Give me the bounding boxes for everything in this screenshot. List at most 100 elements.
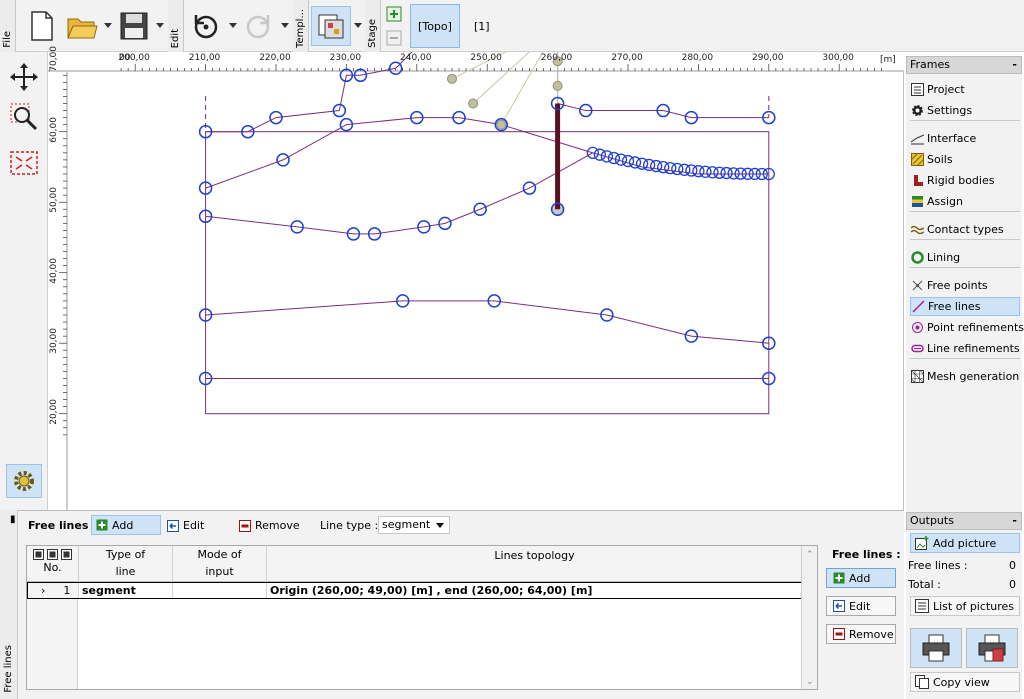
x-tick-label: 230,00 — [329, 53, 362, 63]
frame-item-rigid-bodies[interactable]: Rigid bodies — [910, 171, 1020, 190]
x-tick-label: 240,00 — [400, 53, 432, 63]
paste-icon[interactable] — [61, 549, 72, 560]
frame-item-settings[interactable]: Settings — [910, 101, 1020, 120]
remove-button[interactable]: Remove — [826, 624, 896, 644]
interface-icon — [910, 132, 924, 146]
y-tick-label: 70,00 — [49, 46, 59, 72]
edit-button[interactable]: Edit — [826, 596, 896, 616]
table-row[interactable]: › 1 segment Origin (260,00; 49,00) [m] , … — [27, 582, 803, 599]
list-icon — [910, 83, 924, 97]
frame-item-assign[interactable]: Assign — [910, 192, 1020, 211]
template-dropdown-arrow[interactable] — [353, 22, 363, 30]
move-view-button[interactable] — [6, 60, 42, 94]
frame-item-project[interactable]: Project — [910, 80, 1020, 99]
new-file-icon — [31, 11, 53, 41]
bottom-side-label: Free lines — [0, 510, 18, 699]
file-menu[interactable]: File — [0, 0, 16, 52]
frame-item-line-refinements[interactable]: Line refinements — [910, 339, 1020, 358]
free-point — [552, 80, 563, 91]
save-dropdown-arrow[interactable] — [155, 22, 165, 30]
interface-line — [205, 117, 593, 189]
stage-tab-topo[interactable]: [Topo] — [410, 4, 460, 48]
frame-item-label: Assign — [927, 195, 963, 208]
printer-export-icon — [978, 634, 1006, 662]
y-tick-label: 30,00 — [49, 328, 59, 354]
frame-item-label: Soils — [927, 153, 953, 166]
line-type-label: Line type : — [320, 519, 379, 532]
save-button[interactable] — [116, 6, 152, 46]
frame-item-point-refinements[interactable]: Point refinements — [910, 318, 1024, 337]
add-picture-icon — [915, 536, 929, 550]
edit-menu[interactable]: Edit — [168, 0, 184, 52]
frame-item-lining[interactable]: Lining — [910, 248, 1020, 267]
add-picture-button[interactable]: Add picture — [910, 533, 1020, 553]
list-of-pictures-button[interactable]: List of pictures — [910, 596, 1020, 616]
add-stage-button[interactable] — [386, 6, 402, 22]
redo-icon — [246, 15, 270, 39]
x-tick-label: 260,00 — [540, 53, 573, 63]
view-settings-button[interactable] — [6, 464, 42, 498]
open-dropdown-arrow[interactable] — [103, 22, 113, 30]
copy-icon[interactable] — [33, 549, 44, 560]
free-lines-title: Free lines : — [28, 519, 97, 532]
stage-menu[interactable]: Stage — [365, 0, 381, 52]
line-refine-icon — [910, 342, 924, 356]
row-number-cell: › 1 — [28, 583, 79, 598]
frame-item-label: Settings — [927, 104, 973, 117]
open-file-button[interactable] — [64, 6, 100, 46]
print-button[interactable] — [910, 628, 962, 668]
no-column-header[interactable]: No. — [27, 546, 79, 582]
frame-item-label: Free lines — [928, 300, 981, 313]
remove-mode-button[interactable]: Remove — [239, 519, 300, 532]
undo-dropdown-arrow[interactable] — [228, 22, 238, 30]
frames-header: Frames - — [906, 56, 1022, 74]
copy-view-icon — [915, 675, 929, 689]
minimize-icon[interactable]: - — [1012, 513, 1017, 529]
frames-panel: Frames - Project Settings Interface Soils Rig… — [906, 56, 1024, 510]
line-type-select[interactable]: segment — [378, 516, 450, 534]
edit-mode-button[interactable]: Edit — [167, 519, 204, 532]
frame-item-free-points[interactable]: Free points — [910, 276, 1020, 295]
copy-view-button[interactable]: Copy view — [910, 672, 1020, 692]
new-file-button[interactable] — [24, 6, 60, 46]
table-scrollbar[interactable]: ⌃ ⌄ — [801, 546, 817, 689]
x-tick-label: 270,00 — [611, 53, 643, 63]
template-menu[interactable]: Templ... — [293, 0, 309, 52]
free-lines-table: No. Type of line Mode of input Lines topol… — [26, 545, 818, 690]
mode-column-header: Mode of input — [173, 546, 267, 582]
printer-icon — [922, 634, 950, 662]
zoom-window-button[interactable] — [6, 100, 42, 134]
remove-stage-button — [386, 30, 402, 46]
frame-item-free-lines[interactable]: Free lines — [910, 297, 1020, 316]
frame-item-soils[interactable]: Soils — [910, 150, 1020, 169]
move-arrows-icon — [10, 63, 38, 91]
stage-tab-1[interactable]: [1] — [474, 20, 490, 33]
add-button[interactable]: Add — [826, 568, 896, 588]
assign-icon — [910, 195, 924, 209]
model-drawing[interactable] — [48, 52, 904, 510]
free-point — [496, 119, 507, 130]
scroll-up-icon[interactable]: ⌃ — [806, 550, 814, 560]
add-mode-button[interactable]: Add — [91, 515, 161, 535]
frame-item-label: Line refinements — [927, 342, 1020, 355]
scroll-down-icon[interactable]: ⌄ — [806, 677, 814, 687]
frame-separator — [910, 239, 1020, 240]
drawing-canvas[interactable]: 00 200,00 210,00 220,00 230,00 240,00 250,00 26… — [48, 46, 904, 510]
undo-button[interactable] — [188, 6, 224, 46]
redo-button — [240, 6, 276, 46]
frame-separator — [910, 267, 1020, 268]
minimize-icon[interactable]: - — [1012, 57, 1017, 73]
soil-icon — [910, 153, 924, 167]
frame-item-interface[interactable]: Interface — [910, 129, 1020, 148]
template-button[interactable] — [311, 6, 351, 46]
frame-item-mesh-generation[interactable]: Mesh generation — [910, 367, 1020, 386]
copy-icon[interactable] — [47, 549, 58, 560]
x-tick-label: 250,00 — [470, 53, 502, 63]
zoom-extents-button[interactable] — [6, 146, 42, 180]
frame-item-label: Mesh generation — [927, 370, 1020, 383]
collapse-marker[interactable]: ▮ — [10, 514, 16, 525]
y-tick-label: 50,00 — [49, 187, 59, 213]
print-export-button[interactable] — [966, 628, 1018, 668]
rigid-body-icon — [910, 174, 924, 188]
frame-item-contact-types[interactable]: Contact types — [910, 220, 1020, 239]
